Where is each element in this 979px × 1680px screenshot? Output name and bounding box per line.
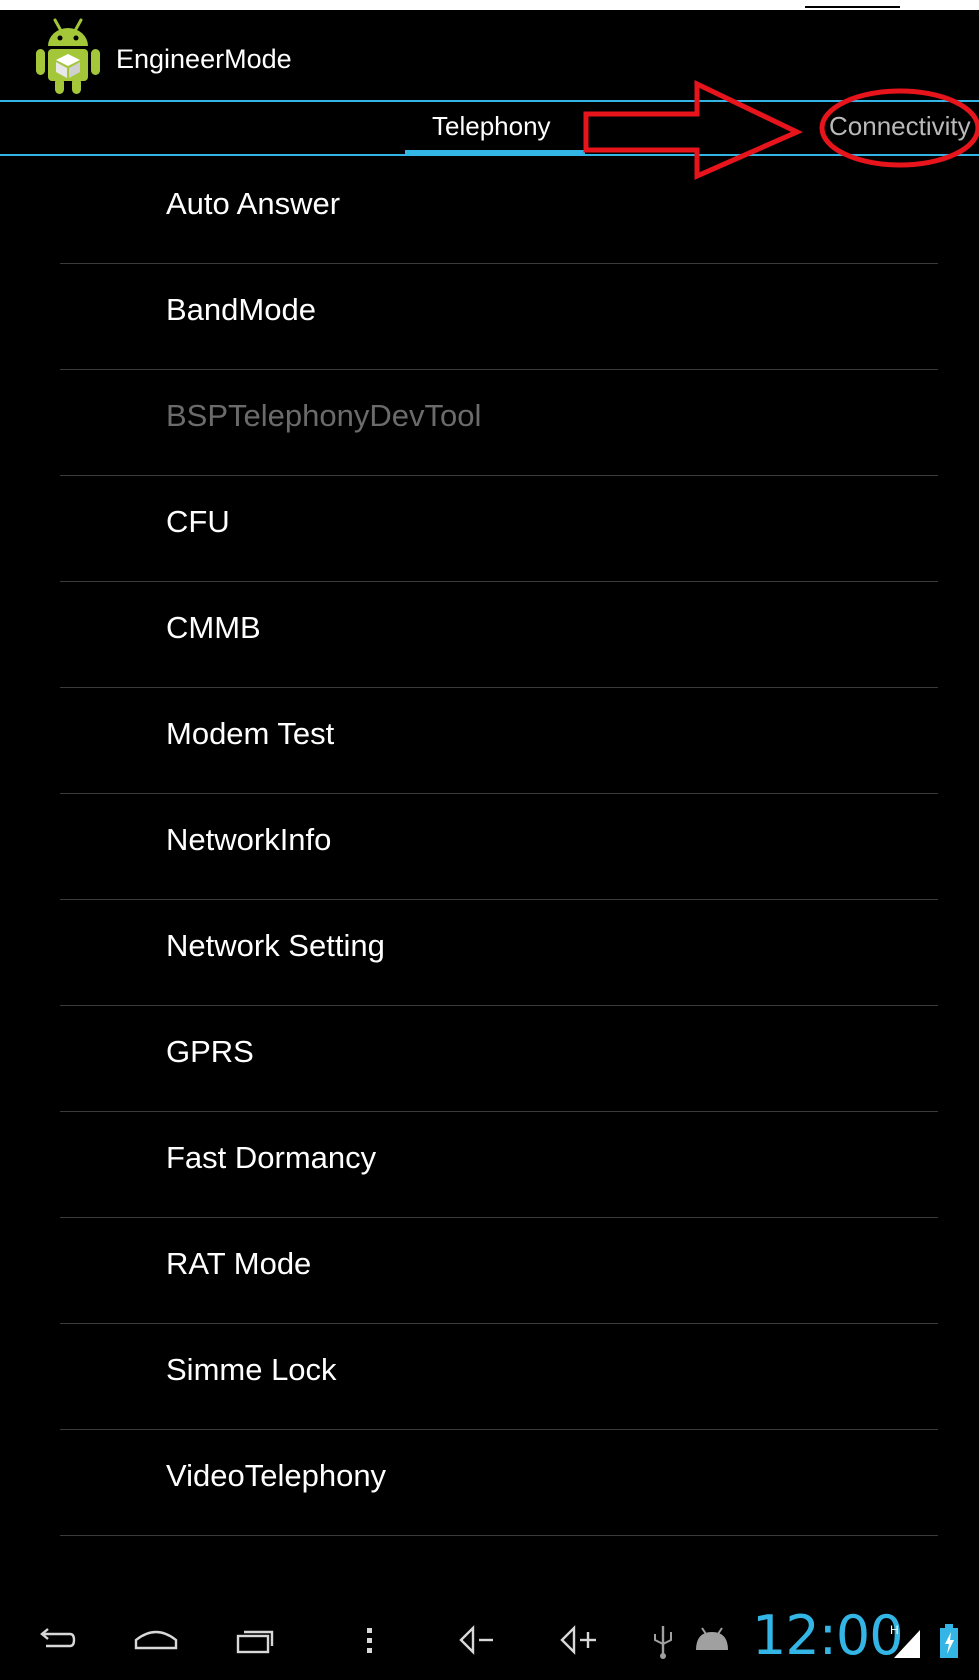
action-bar: EngineerMode: [0, 10, 979, 100]
battery-charging-icon: [940, 1624, 958, 1658]
list-item-auto-answer[interactable]: Auto Answer: [0, 158, 979, 264]
list-item-label: Network Setting: [166, 928, 385, 963]
device-screen: EngineerMode Telephony Connectivity Auto…: [0, 0, 979, 1680]
list-item-networkinfo[interactable]: NetworkInfo: [0, 794, 979, 900]
volume-down-icon[interactable]: [455, 1614, 503, 1666]
list-item-label: GPRS: [166, 1034, 254, 1069]
list-item-label: BandMode: [166, 292, 316, 327]
list-item-fast-dormancy[interactable]: Fast Dormancy: [0, 1112, 979, 1218]
list-item-label: BSPTelephonyDevTool: [166, 398, 482, 433]
home-icon[interactable]: [130, 1614, 182, 1666]
list-item-label: Simme Lock: [166, 1352, 337, 1387]
system-navigation-bar: 12:00 H: [0, 1600, 979, 1680]
usb-icon: [654, 1626, 672, 1659]
back-icon[interactable]: [34, 1614, 80, 1666]
list-item-simme-lock[interactable]: Simme Lock: [0, 1324, 979, 1430]
list-item-label: CMMB: [166, 610, 261, 645]
page-strip-link-underline: [805, 6, 900, 8]
tab-bar: Telephony Connectivity: [0, 102, 979, 154]
list-item-rat-mode[interactable]: RAT Mode: [0, 1218, 979, 1324]
android-debug-icon: [696, 1627, 728, 1650]
app-title: EngineerMode: [116, 44, 292, 74]
list-item-cfu[interactable]: CFU: [0, 476, 979, 582]
list-item-bandmode[interactable]: BandMode: [0, 264, 979, 370]
list-item-label: Fast Dormancy: [166, 1140, 377, 1175]
tab-bar-divider: [0, 154, 979, 156]
signal-icon: H: [890, 1623, 920, 1658]
recent-apps-icon[interactable]: [230, 1614, 282, 1666]
tab-telephony[interactable]: Telephony: [405, 102, 585, 154]
volume-up-icon[interactable]: [556, 1614, 606, 1666]
list-item-label: NetworkInfo: [166, 822, 332, 857]
list-item-label: CFU: [166, 504, 230, 539]
page-strip: [0, 0, 979, 10]
menu-icon[interactable]: [355, 1614, 385, 1666]
list-item-bsptelephonydevtool: BSPTelephonyDevTool: [0, 370, 979, 476]
engineermode-app-icon[interactable]: [34, 16, 102, 96]
list-item-gprs[interactable]: GPRS: [0, 1006, 979, 1112]
list-item-label: Modem Test: [166, 716, 335, 751]
network-type-label: H: [890, 1623, 899, 1637]
list-item-label: Auto Answer: [166, 186, 341, 221]
status-clock: 12:00: [752, 1604, 904, 1667]
list-item-label: RAT Mode: [166, 1246, 312, 1281]
list-item-network-setting[interactable]: Network Setting: [0, 900, 979, 1006]
list-divider: [60, 1535, 938, 1536]
list-item-label: VideoTelephony: [166, 1458, 387, 1493]
telephony-feature-list: Auto Answer BandMode BSPTelephonyDevTool…: [0, 158, 979, 1536]
tab-connectivity[interactable]: Connectivity: [829, 102, 979, 154]
list-item-cmmb[interactable]: CMMB: [0, 582, 979, 688]
list-item-videotelephony[interactable]: VideoTelephony: [0, 1430, 979, 1536]
list-item-modem-test[interactable]: Modem Test: [0, 688, 979, 794]
